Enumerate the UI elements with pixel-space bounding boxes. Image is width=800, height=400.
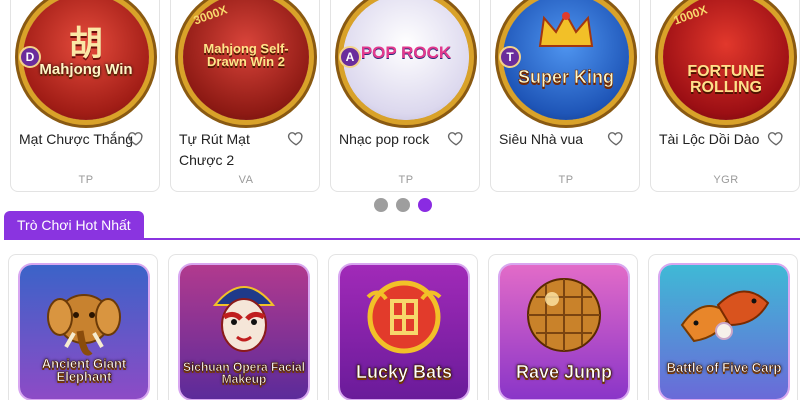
game-tile-title: Rave Jump — [515, 362, 613, 382]
section-title-hot-games: Trò Chơi Hot Nhất — [4, 211, 144, 240]
provider-label: TP — [558, 174, 574, 186]
game-thumbnail[interactable]: A POP ROCK — [331, 0, 479, 123]
provider-label: VA — [238, 174, 254, 186]
game-thumbnail[interactable]: 1000X FORTUNE ROLLING — [651, 0, 799, 123]
game-coin-art: D 胡 Mahjong Win — [19, 0, 149, 120]
lucky-coin-icon — [366, 280, 442, 354]
crown-icon — [538, 11, 594, 47]
carousel-dot-3-active[interactable] — [418, 198, 432, 212]
game-thumbnail[interactable]: T Super King — [491, 0, 639, 123]
favorite-heart-icon[interactable] — [447, 129, 465, 147]
game-lobby-page: D 胡 Mahjong Win Mạt Chược Thắng TP 3000X… — [0, 0, 800, 400]
game-tile-art[interactable]: Ancient Giant Elephant — [20, 265, 148, 399]
hot-game-card-battle-of-five-carp[interactable]: Battle of Five Carp — [648, 254, 798, 400]
disco-ball-icon — [527, 278, 601, 352]
game-tile-art[interactable]: Lucky Bats — [340, 265, 468, 399]
game-tile-title: Battle of Five Carp — [666, 360, 782, 375]
hot-games-row: Ancient Giant Elephant Sichuan Opera Fac… — [8, 254, 800, 400]
carousel-dot-1[interactable] — [374, 198, 388, 212]
game-title[interactable]: Siêu Nhà vua — [499, 129, 615, 150]
opera-mask-icon — [212, 286, 276, 352]
favorite-heart-icon[interactable] — [287, 129, 305, 147]
hot-game-card-lucky-bats[interactable]: Lucky Bats — [328, 254, 478, 400]
hot-game-card-rave-jump[interactable]: Rave Jump — [488, 254, 638, 400]
provider-label: TP — [398, 174, 414, 186]
art-title: Mahjong Self-Drawn Win 2 — [203, 41, 289, 69]
game-coin-art: 1000X FORTUNE ROLLING — [663, 0, 789, 120]
game-tile-title: Sichuan Opera Facial Makeup — [182, 360, 306, 387]
game-thumbnail[interactable]: D 胡 Mahjong Win — [11, 0, 159, 123]
game-card-fortune-rolling[interactable]: 1000X FORTUNE ROLLING Tài Lộc Dồi Dào YG… — [650, 0, 800, 192]
favorite-heart-icon[interactable] — [767, 129, 785, 147]
carousel-dot-2[interactable] — [396, 198, 410, 212]
hot-game-card-sichuan-opera[interactable]: Sichuan Opera Facial Makeup — [168, 254, 318, 400]
provider-label: TP — [78, 174, 94, 186]
favorite-heart-icon[interactable] — [127, 129, 145, 147]
game-coin-art: T Super King — [499, 0, 629, 120]
game-coin-art: A POP ROCK — [339, 0, 469, 120]
favorite-heart-icon[interactable] — [607, 129, 625, 147]
game-tile-title: Ancient Giant Elephant — [41, 356, 127, 385]
game-title[interactable]: Tự Rút Mạt Chược 2 — [179, 129, 295, 171]
art-title: POP ROCK — [360, 43, 452, 62]
art-title: FORTUNE ROLLING — [687, 63, 765, 96]
carousel-pagination — [374, 198, 432, 212]
game-title[interactable]: Mạt Chược Thắng — [19, 129, 135, 150]
hot-game-card-ancient-giant-elephant[interactable]: Ancient Giant Elephant — [8, 254, 158, 400]
game-carousel: D 胡 Mahjong Win Mạt Chược Thắng TP 3000X… — [10, 0, 800, 192]
game-tile-title: Lucky Bats — [355, 362, 453, 382]
game-card-pop-rock[interactable]: A POP ROCK Nhạc pop rock TP — [330, 0, 480, 192]
game-card-super-king[interactable]: T Super King Siêu Nhà vua TP — [490, 0, 640, 192]
game-thumbnail[interactable]: 3000X Mahjong Self-Drawn Win 2 — [171, 0, 319, 123]
art-glyph: 胡 — [69, 25, 103, 63]
game-coin-art: 3000X Mahjong Self-Drawn Win 2 — [183, 0, 309, 120]
art-title: Mahjong Win — [39, 61, 133, 78]
art-multiplier: 1000X — [671, 2, 710, 28]
art-title: Super King — [517, 67, 615, 87]
section-divider — [4, 238, 800, 240]
game-tile-art[interactable]: Battle of Five Carp — [660, 265, 788, 399]
provider-label: YGR — [713, 174, 739, 186]
game-card-mahjong-win[interactable]: D 胡 Mahjong Win Mạt Chược Thắng TP — [10, 0, 160, 192]
provider-badge: T — [499, 46, 521, 68]
carp-fish-icon — [680, 290, 770, 343]
game-title[interactable]: Tài Lộc Dồi Dào — [659, 129, 775, 150]
game-card-mahjong-self-drawn-2[interactable]: 3000X Mahjong Self-Drawn Win 2 Tự Rút Mạ… — [170, 0, 320, 192]
game-tile-art[interactable]: Rave Jump — [500, 265, 628, 399]
game-tile-art[interactable]: Sichuan Opera Facial Makeup — [180, 265, 308, 399]
game-title[interactable]: Nhạc pop rock — [339, 129, 455, 150]
elephant-icon — [47, 294, 121, 356]
art-multiplier: 3000X — [191, 2, 230, 28]
